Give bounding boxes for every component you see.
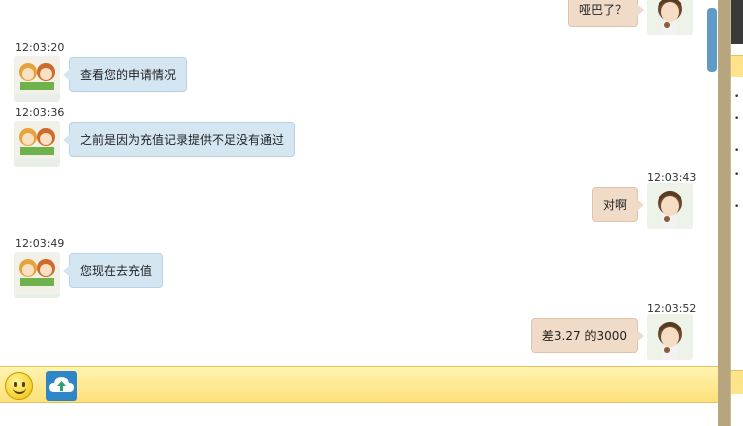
smiley-icon[interactable] <box>5 372 33 400</box>
side-panel-bar <box>731 370 743 394</box>
agent-avatar <box>14 56 60 102</box>
agent-avatar <box>14 121 60 167</box>
message-bubble-incoming: 查看您的申请情况 <box>62 57 188 92</box>
message-bubble-outgoing: 对啊 <box>591 187 645 222</box>
message-bubble-outgoing: 哑巴了？ <box>567 0 645 27</box>
side-panel-marker: • <box>734 146 740 156</box>
side-panel: • • • • • <box>730 0 743 426</box>
agent-avatar <box>14 252 60 298</box>
input-toolbar <box>0 366 718 403</box>
chat-window: 哑巴了？ 12:03:20 查看您的申请情况 12:03:36 之前是因为充值记… <box>0 0 743 426</box>
side-panel-marker: • <box>734 114 740 124</box>
chat-scrollbar[interactable] <box>706 0 718 366</box>
user-avatar <box>647 0 693 35</box>
side-panel-header <box>731 0 743 44</box>
window-frame <box>718 0 730 426</box>
message-bubble-incoming: 您现在去充值 <box>62 253 164 288</box>
scrollbar-thumb[interactable] <box>707 8 717 72</box>
message-timestamp: 12:03:49 <box>15 237 65 250</box>
message-input[interactable] <box>0 404 718 426</box>
side-panel-bar <box>731 55 743 77</box>
smiley-mouth <box>13 387 26 394</box>
user-avatar <box>647 183 693 229</box>
message-bubble-incoming: 之前是因为充值记录提供不足没有通过 <box>62 122 296 157</box>
side-panel-marker: • <box>734 202 740 212</box>
side-panel-marker: • <box>734 92 740 102</box>
user-avatar <box>647 314 693 360</box>
side-panel-marker: • <box>734 170 740 180</box>
cloud-upload-icon[interactable] <box>46 371 77 401</box>
message-timestamp: 12:03:36 <box>15 106 65 119</box>
message-timestamp: 12:03:20 <box>15 41 65 54</box>
message-list[interactable]: 哑巴了？ 12:03:20 查看您的申请情况 12:03:36 之前是因为充值记… <box>0 0 718 366</box>
message-bubble-outgoing: 差3.27 的3000 <box>530 318 645 353</box>
